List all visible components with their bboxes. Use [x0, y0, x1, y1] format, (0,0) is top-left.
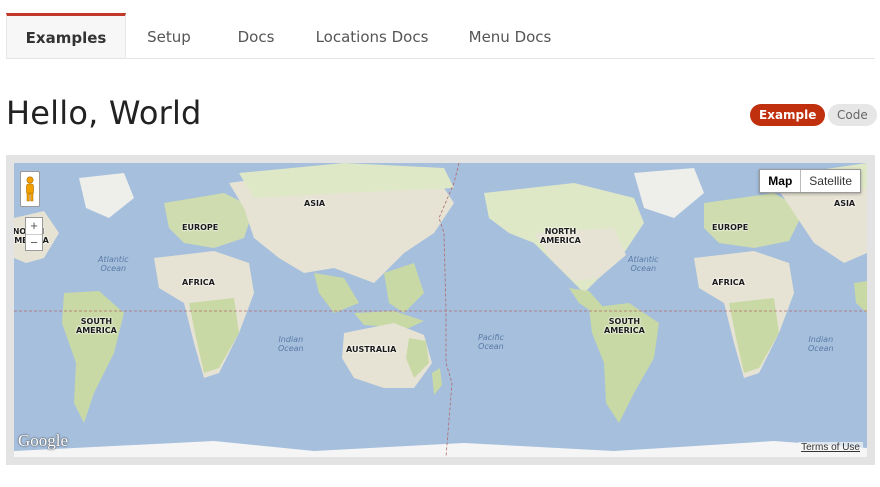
tab-menu-docs[interactable]: Menu Docs: [458, 14, 562, 58]
label-australia: AUSTRALIA: [346, 345, 397, 354]
label-europe: EUROPE: [182, 223, 219, 232]
tab-examples[interactable]: Examples: [6, 13, 126, 58]
label-pacific-ocean: Pacific Ocean: [478, 333, 504, 351]
label-africa-2: AFRICA: [712, 278, 745, 287]
tab-locations-docs[interactable]: Locations Docs: [306, 14, 438, 58]
label-europe-2: EUROPE: [712, 223, 749, 232]
map-type-satellite-button[interactable]: Satellite: [801, 170, 860, 192]
zoom-in-button[interactable]: +: [26, 218, 42, 235]
zoom-control: + −: [25, 217, 43, 251]
map-canvas[interactable]: NORTH AMERICA EUROPE ASIA AFRICA SOUTH A…: [14, 163, 867, 457]
map-frame: NORTH AMERICA EUROPE ASIA AFRICA SOUTH A…: [6, 155, 875, 465]
tab-setup[interactable]: Setup: [132, 14, 206, 58]
world-map-graphic: [14, 163, 867, 457]
code-badge[interactable]: Code: [828, 104, 877, 126]
label-indian-ocean-2: Indian Ocean: [808, 335, 834, 353]
google-logo[interactable]: Google: [18, 431, 68, 451]
label-atlantic-ocean-2: Atlantic Ocean: [628, 255, 659, 273]
tab-docs[interactable]: Docs: [224, 14, 288, 58]
map-type-map-button[interactable]: Map: [760, 170, 802, 192]
label-south-america: SOUTH AMERICA: [76, 317, 117, 335]
label-south-america-2: SOUTH AMERICA: [604, 317, 645, 335]
page-title: Hello, World: [6, 94, 202, 132]
terms-of-use-link[interactable]: Terms of Use: [798, 442, 863, 453]
street-view-pegman-icon[interactable]: [20, 171, 40, 207]
label-north-america: NORTH AMERICA: [540, 227, 581, 245]
zoom-out-button[interactable]: −: [26, 235, 42, 251]
map-type-control: Map Satellite: [759, 169, 861, 193]
nav-tabs: Examples Setup Docs Locations Docs Menu …: [6, 13, 875, 59]
label-atlantic-ocean: Atlantic Ocean: [98, 255, 129, 273]
label-asia: ASIA: [304, 199, 326, 208]
label-indian-ocean: Indian Ocean: [278, 335, 304, 353]
example-badge[interactable]: Example: [750, 104, 826, 126]
label-africa: AFRICA: [182, 278, 215, 287]
label-asia-2: ASIA: [834, 199, 856, 208]
